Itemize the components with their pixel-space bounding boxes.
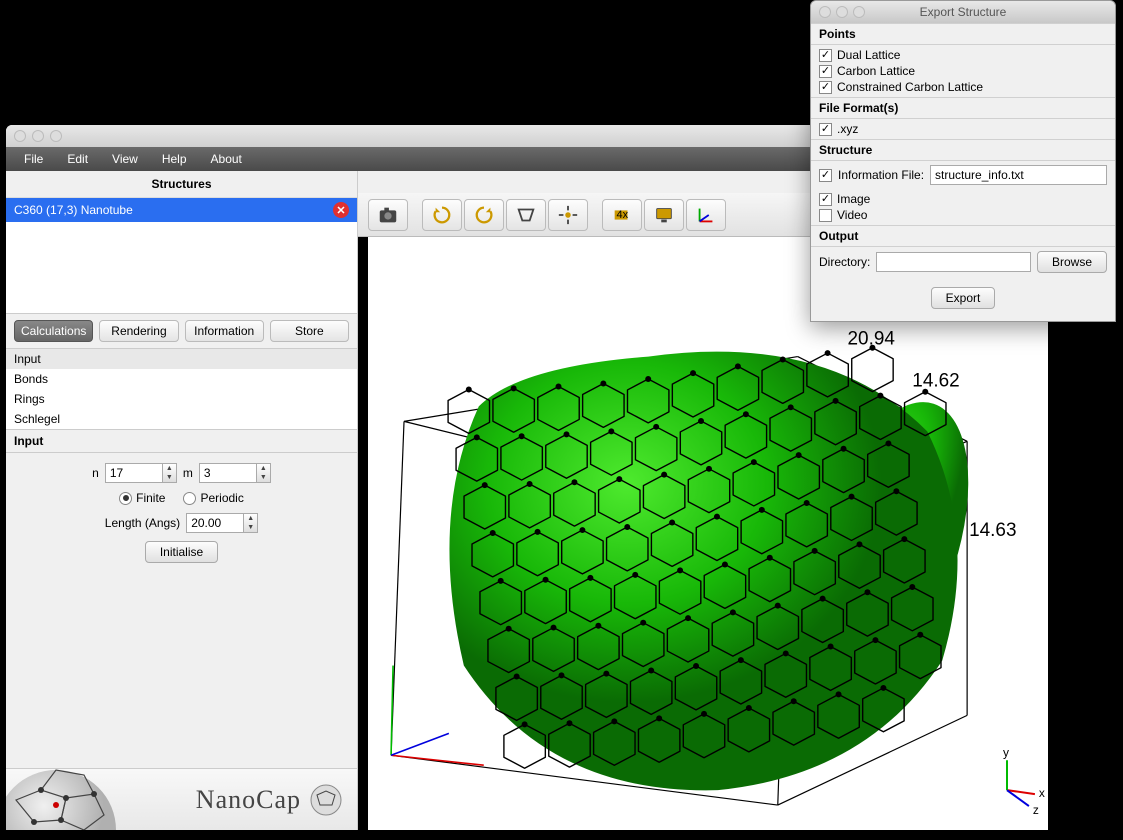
chk-carbon-lattice[interactable]: Carbon Lattice [819,63,1107,79]
checkbox-icon[interactable] [819,65,832,78]
checkbox-icon[interactable] [819,193,832,206]
input-section-header: Input [6,430,357,453]
structure-header: Structure [811,139,1115,161]
close-window-icon[interactable] [14,130,26,142]
subtab-schlegel[interactable]: Schlegel [6,409,357,429]
tab-store[interactable]: Store [270,320,349,342]
m-input[interactable] [199,463,257,483]
logo-area: NanoCap [6,768,357,830]
m-stepper-icon[interactable]: ▲▼ [257,463,271,483]
axis-y-label: y [1003,745,1009,759]
n-label: n [92,466,99,480]
menu-help[interactable]: Help [150,148,199,170]
dim-right-top: 14.62 [912,370,959,391]
n-spinner[interactable]: ▲▼ [105,463,177,483]
chk-image[interactable]: Image [819,191,1107,207]
checkbox-icon[interactable] [819,123,832,136]
subtab-input[interactable]: Input [6,349,357,369]
left-panel: Structures C360 (17,3) Nanotube ✕ Calcul… [6,171,358,830]
menu-about[interactable]: About [199,148,254,170]
subtab-bonds[interactable]: Bonds [6,369,357,389]
export-dialog: Export Structure Points Dual Lattice Car… [810,0,1116,322]
zoom-window-icon[interactable] [50,130,62,142]
dim-right-mid: 14.63 [969,520,1016,541]
checkbox-icon[interactable] [819,49,832,62]
m-label: m [183,466,193,480]
initialise-button[interactable]: Initialise [145,541,218,563]
snapshot-button[interactable] [368,199,408,231]
radio-finite[interactable]: Finite [119,491,165,505]
export-titlebar[interactable]: Export Structure [811,1,1115,23]
aa-button[interactable]: 4x [602,199,642,231]
structures-list: C360 (17,3) Nanotube ✕ [6,198,357,314]
length-stepper-icon[interactable]: ▲▼ [244,513,258,533]
remove-structure-icon[interactable]: ✕ [333,202,349,218]
n-input[interactable] [105,463,163,483]
tab-rendering[interactable]: Rendering [99,320,178,342]
output-header: Output [811,225,1115,247]
axis-x-label: x [1039,786,1045,800]
structures-header: Structures [6,171,357,198]
chk-xyz[interactable]: .xyz [819,121,1107,137]
m-spinner[interactable]: ▲▼ [199,463,271,483]
export-button[interactable]: Export [931,287,996,309]
radio-periodic[interactable]: Periodic [183,491,243,505]
axes-button[interactable] [686,199,726,231]
chk-constrained-lattice[interactable]: Constrained Carbon Lattice [819,79,1107,95]
length-spinner[interactable]: ▲▼ [186,513,258,533]
radio-finite-icon[interactable] [119,492,132,505]
directory-label: Directory: [819,255,870,269]
logo-ball-icon [309,783,343,817]
structure-item[interactable]: C360 (17,3) Nanotube ✕ [6,198,357,222]
rotate-ccw-button[interactable] [464,199,504,231]
formats-header: File Format(s) [811,97,1115,119]
chk-info-file[interactable] [819,169,832,182]
rotate-cw-button[interactable] [422,199,462,231]
n-stepper-icon[interactable]: ▲▼ [163,463,177,483]
chk-dual-lattice[interactable]: Dual Lattice [819,47,1107,63]
menu-view[interactable]: View [100,148,150,170]
export-title: Export Structure [811,5,1115,19]
viewport-3d[interactable]: 20.94 14.62 14.63 x y z [368,237,1048,830]
length-input[interactable] [186,513,244,533]
logo-text: NanoCap [196,785,301,815]
logo-sphere-icon [6,768,166,830]
screen-button[interactable] [644,199,684,231]
info-file-input[interactable] [930,165,1107,185]
browse-button[interactable]: Browse [1037,251,1107,273]
menu-file[interactable]: File [12,148,55,170]
tab-information[interactable]: Information [185,320,264,342]
directory-input[interactable] [876,252,1031,272]
chk-video[interactable]: Video [819,207,1107,223]
points-header: Points [811,23,1115,45]
menu-edit[interactable]: Edit [55,148,100,170]
minimize-window-icon[interactable] [32,130,44,142]
structure-item-label: C360 (17,3) Nanotube [14,203,133,217]
tab-calculations[interactable]: Calculations [14,320,93,342]
radio-periodic-icon[interactable] [183,492,196,505]
input-panel: n ▲▼ m ▲▼ Finite Periodic Length (Angs) [6,453,357,571]
checkbox-icon[interactable] [819,81,832,94]
dim-top: 20.94 [848,329,895,350]
length-label: Length (Angs) [105,516,180,530]
checkbox-icon[interactable] [819,209,832,222]
center-button[interactable] [548,199,588,231]
subtab-rings[interactable]: Rings [6,389,357,409]
info-file-label: Information File: [838,168,924,182]
calc-subtabs: Input Bonds Rings Schlegel [6,349,357,430]
svg-text:4x: 4x [617,208,629,220]
panel-tabs: Calculations Rendering Information Store [6,314,357,349]
perspective-button[interactable] [506,199,546,231]
axis-z-label: z [1033,803,1039,817]
